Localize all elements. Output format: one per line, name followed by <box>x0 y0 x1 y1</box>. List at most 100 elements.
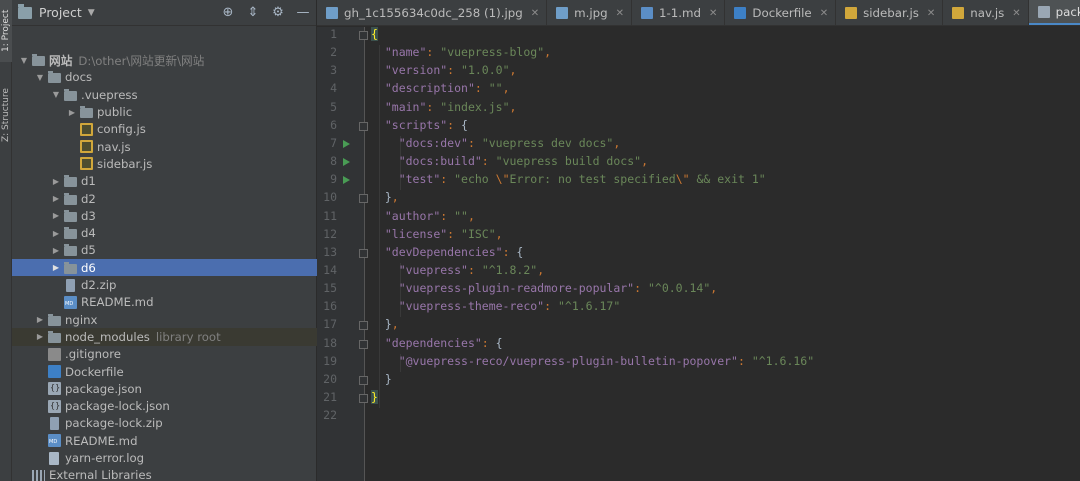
chevron-right-icon[interactable]: ▶ <box>34 332 46 341</box>
tree-item[interactable]: nav.js <box>12 138 317 155</box>
chevron-right-icon[interactable]: ▶ <box>50 229 62 238</box>
code-token: "scripts" <box>384 117 448 132</box>
close-icon[interactable]: ✕ <box>616 8 624 19</box>
gear-icon[interactable]: ⚙ <box>271 5 285 20</box>
code-token: Error: no test specified <box>509 172 676 187</box>
tree-item-label: Dockerfile <box>65 364 124 379</box>
chevron-down-icon[interactable]: ▼ <box>34 73 46 82</box>
code-token: , <box>537 262 545 277</box>
code-line: "dependencies": { <box>371 336 503 350</box>
editor-tab[interactable]: gh_1c155634c0dc_258 (1).jpg ✕ <box>317 0 548 25</box>
tree-item-label: d2.zip <box>81 278 117 293</box>
tree-item[interactable]: ▶ d4 <box>12 225 317 242</box>
tree-item[interactable]: package.json <box>12 380 317 397</box>
close-icon[interactable]: ✕ <box>820 8 828 19</box>
run-script-icon[interactable] <box>343 158 350 167</box>
chevron-down-icon[interactable]: ▼ <box>50 90 62 99</box>
chevron-down-icon[interactable]: ▼ <box>88 8 95 18</box>
tree-item[interactable]: README.md <box>12 432 317 449</box>
tree-item-label: d2 <box>81 191 96 206</box>
tree-item-label: README.md <box>81 295 154 310</box>
project-tool-tab[interactable]: 1: Project <box>0 0 12 62</box>
tree-item[interactable]: package-lock.zip <box>12 415 317 432</box>
collapse-icon[interactable]: ⇕ <box>246 5 260 20</box>
fold-marker-icon[interactable] <box>359 394 368 403</box>
code-token: \" <box>495 172 510 187</box>
line-number: 9 <box>330 172 337 187</box>
code-token: "^0.0.14" <box>647 281 711 296</box>
editor-tab[interactable]: m.jpg ✕ <box>547 0 633 25</box>
close-icon[interactable]: ✕ <box>531 8 539 19</box>
code-token: "^1.6.16" <box>751 353 815 368</box>
docker-file-icon <box>734 7 747 19</box>
editor-tab[interactable]: nav.js ✕ <box>943 0 1029 25</box>
tree-item[interactable]: config.js <box>12 121 317 138</box>
code-line: "devDependencies": { <box>371 245 524 259</box>
fold-marker-icon[interactable] <box>359 31 368 40</box>
tree-item[interactable]: d2.zip <box>12 276 317 293</box>
tree-item-label: package.json <box>65 381 142 396</box>
editor-tab[interactable]: Dockerfile ✕ <box>725 0 837 25</box>
hide-icon[interactable]: — <box>296 5 310 20</box>
fold-marker-icon[interactable] <box>359 375 368 385</box>
code-token: : <box>481 154 496 169</box>
code-token: { <box>461 117 468 132</box>
chevron-right-icon[interactable]: ▶ <box>66 108 78 117</box>
tree-item[interactable]: ▶ d1 <box>12 173 317 190</box>
code-token: : <box>426 45 441 60</box>
tree-item[interactable]: Dockerfile <box>12 363 317 380</box>
run-script-icon[interactable] <box>343 176 350 185</box>
tree-item[interactable]: README.md <box>12 294 317 311</box>
chevron-right-icon[interactable]: ▶ <box>50 211 62 220</box>
tree-item[interactable]: ▶ d2 <box>12 190 317 207</box>
tree-item[interactable]: ▼ .vuepress <box>12 86 317 103</box>
chevron-right-icon[interactable]: ▶ <box>34 315 46 324</box>
chevron-right-icon[interactable]: ▶ <box>50 177 62 186</box>
tree-item[interactable]: External Libraries <box>12 467 317 481</box>
fold-marker-icon[interactable] <box>359 194 368 204</box>
tree-item[interactable]: ▶ d5 <box>12 242 317 259</box>
run-script-icon[interactable] <box>343 139 350 148</box>
tree-item[interactable]: ▼ 网站 D:\other\网站更新\网站 <box>12 52 317 69</box>
tree-item[interactable]: ▶ nginx <box>12 311 317 328</box>
code-token: : <box>467 262 482 277</box>
editor-tab[interactable]: 1-1.md ✕ <box>632 0 726 25</box>
tree-item[interactable]: yarn-error.log <box>12 449 317 466</box>
tree-item[interactable]: sidebar.js <box>12 155 317 172</box>
fold-marker-icon[interactable] <box>359 321 368 331</box>
close-icon[interactable]: ✕ <box>927 8 935 19</box>
tree-item[interactable]: ▶ node_modules library root <box>12 328 317 346</box>
line-number: 4 <box>330 81 337 96</box>
code-editor[interactable]: 1 2 3 4 5 6 7 8 9 10 11 12 13 14 15 16 17 18 19 20 21 22 { "n… <box>317 27 1080 481</box>
tree-item-label: config.js <box>97 122 146 137</box>
code-token: "index.js" <box>440 99 510 114</box>
tree-item[interactable]: ▶ d3 <box>12 207 317 224</box>
tree-item[interactable]: package-lock.json <box>12 398 317 415</box>
code-token: } <box>371 390 378 404</box>
project-view-selector[interactable]: Project <box>39 5 82 20</box>
code-token: , <box>710 281 718 296</box>
tree-item[interactable]: ▼ docs <box>12 69 317 86</box>
close-icon[interactable]: ✕ <box>1012 8 1020 19</box>
fold-marker-icon[interactable] <box>359 248 368 258</box>
javascript-file-icon <box>80 122 93 136</box>
close-icon[interactable]: ✕ <box>709 8 717 19</box>
chevron-right-icon[interactable]: ▶ <box>50 194 62 203</box>
editor-tab[interactable]: sidebar.js ✕ <box>836 0 944 25</box>
fold-marker-icon[interactable] <box>359 121 368 131</box>
chevron-right-icon[interactable]: ▶ <box>50 263 62 272</box>
line-number: 19 <box>323 353 337 368</box>
code-line: "vuepress": "^1.8.2", <box>371 263 544 277</box>
tree-item[interactable]: .gitignore <box>12 346 317 363</box>
tree-item[interactable]: ▶ d6 <box>12 259 317 277</box>
editor-tab-label: 1-1.md <box>659 6 702 20</box>
locate-icon[interactable]: ⊕ <box>221 5 235 20</box>
editor-tab[interactable]: package.json✕ <box>1028 0 1080 25</box>
structure-tool-tab[interactable]: Z: Structure <box>0 80 12 150</box>
chevron-down-icon[interactable]: ▼ <box>18 56 30 65</box>
folder-icon <box>64 88 77 101</box>
chevron-right-icon[interactable]: ▶ <box>50 246 62 255</box>
tree-item[interactable]: ▶ public <box>12 103 317 120</box>
fold-marker-icon[interactable] <box>359 339 368 349</box>
